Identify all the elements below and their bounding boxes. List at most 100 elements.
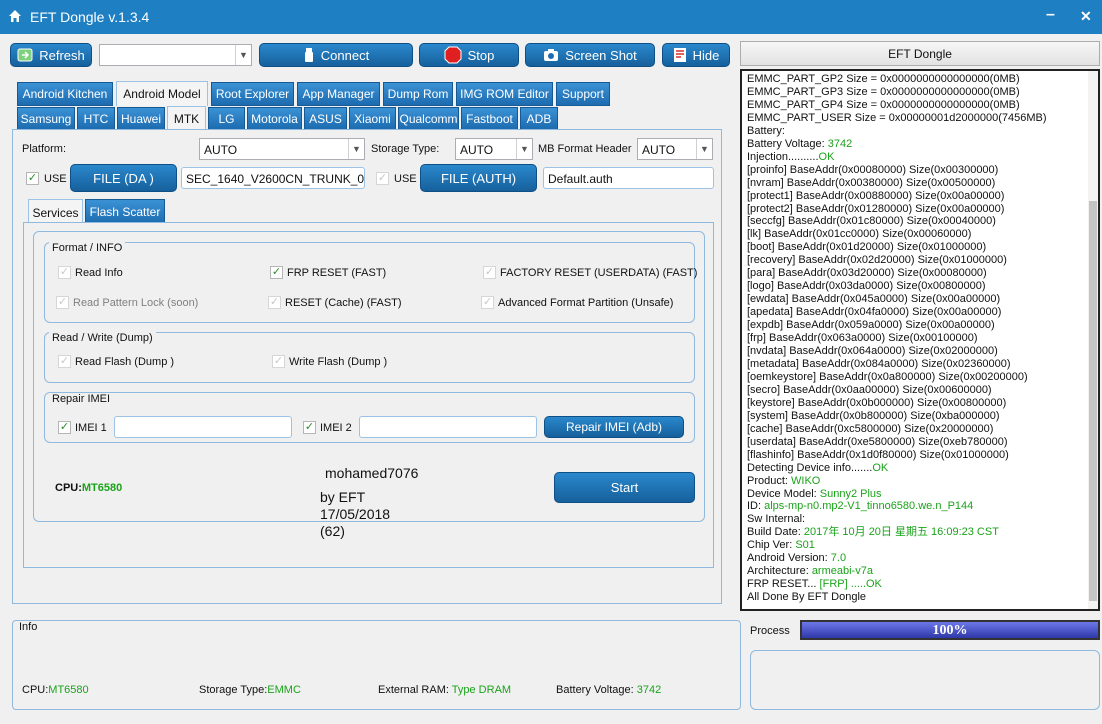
port-select[interactable]: ▼ <box>99 44 252 66</box>
write-flash-checkbox[interactable]: ✓ <box>272 355 285 368</box>
factory-reset-checkbox[interactable]: ✓ <box>483 266 496 279</box>
imei1-checkbox[interactable]: ✓ <box>58 421 71 434</box>
log-text: All Done By EFT Dongle <box>747 591 867 604</box>
tab-asus[interactable]: ASUS <box>304 107 347 130</box>
start-label: Start <box>610 480 639 495</box>
auth-file-field[interactable]: Default.auth <box>543 167 714 189</box>
mb-format-select[interactable]: AUTO ▼ <box>637 138 713 160</box>
refresh-button[interactable]: Refresh <box>10 43 92 67</box>
tab-android-kitchen[interactable]: Android Kitchen <box>17 82 113 106</box>
imei2-checkbox[interactable]: ✓ <box>303 421 316 434</box>
storage-type-select[interactable]: AUTO ▼ <box>455 138 533 160</box>
tab-xiaomi[interactable]: Xiaomi <box>349 107 396 130</box>
read-info-label: Read Info <box>75 267 123 279</box>
log-text: [seccfg] BaseAddr(0x01c80000) Size(0x000… <box>747 215 996 228</box>
log-line: [secro] BaseAddr(0x0aa00000) Size(0x0060… <box>747 384 1087 397</box>
log-scrollbar[interactable] <box>1088 71 1098 609</box>
read-info-checkbox[interactable]: ✓ <box>58 266 71 279</box>
tab-app-manager[interactable]: App Manager <box>297 82 380 106</box>
log-text: [frp] BaseAddr(0x063a0000) Size(0x001000… <box>747 332 978 345</box>
process-label: Process <box>750 625 790 637</box>
log-line: [metadata] BaseAddr(0x084a0000) Size(0x0… <box>747 358 1087 371</box>
file-auth-button[interactable]: FILE (AUTH) <box>420 164 537 192</box>
tab-fastboot[interactable]: Fastboot <box>461 107 518 130</box>
log-line: [protect2] BaseAddr(0x01280000) Size(0x0… <box>747 203 1087 216</box>
camera-icon <box>544 49 559 61</box>
tab-motorola[interactable]: Motorola <box>247 107 302 130</box>
log-text: [oemkeystore] BaseAddr(0x0a800000) Size(… <box>747 370 1028 383</box>
imei2-label: IMEI 2 <box>320 422 352 434</box>
tab-label: Android Model <box>123 87 201 101</box>
log-text: [recovery] BaseAddr(0x02d20000) Size(0x0… <box>747 254 1007 267</box>
log-text: Battery Voltage: <box>747 137 828 150</box>
tab-android-model[interactable]: Android Model <box>116 81 208 106</box>
da-file-field[interactable]: SEC_1640_V2600CN_TRUNK_01.bin <box>181 167 365 189</box>
connect-button[interactable]: Connect <box>259 43 413 67</box>
info-ram-label: External RAM: <box>378 684 452 696</box>
info-battery-label: Battery Voltage: <box>556 684 637 696</box>
tab-mtk[interactable]: MTK <box>167 106 206 130</box>
tab-adb[interactable]: ADB <box>520 107 558 130</box>
stop-button[interactable]: Stop <box>419 43 519 67</box>
tab-label: Flash Scatter <box>89 205 161 219</box>
hide-button[interactable]: Hide <box>662 43 730 67</box>
log-text: [userdata] BaseAddr(0xe5800000) Size(0xe… <box>747 435 1008 448</box>
minimize-button[interactable]: – <box>1046 6 1055 24</box>
log-line: Injection..........OK <box>747 151 1087 164</box>
reset-cache-checkbox[interactable]: ✓ <box>268 296 281 309</box>
tab-label: Services <box>32 205 79 220</box>
scroll-thumb[interactable] <box>1089 201 1097 601</box>
advanced-format-checkbox[interactable]: ✓ <box>481 296 494 309</box>
screenshot-button[interactable]: Screen Shot <box>525 43 655 67</box>
log-text: Chip Ver: <box>747 539 796 552</box>
read-pattern-checkbox[interactable]: ✓ <box>56 296 69 309</box>
log-text: Device Model: <box>747 487 820 500</box>
use-auth-checkbox[interactable]: ✓ <box>376 172 389 185</box>
log-line: Device Model: Sunny2 Plus <box>747 488 1087 501</box>
tab-huawei[interactable]: Huawei <box>117 107 165 130</box>
log-text: [metadata] BaseAddr(0x084a0000) Size(0x0… <box>747 357 1011 370</box>
tab-samsung[interactable]: Samsung <box>17 107 75 130</box>
tab-htc[interactable]: HTC <box>77 107 115 130</box>
tab-lg[interactable]: LG <box>208 107 245 130</box>
credit-by: by EFT <box>320 489 366 505</box>
tab-root-explorer[interactable]: Root Explorer <box>211 82 294 106</box>
read-flash-checkbox[interactable]: ✓ <box>58 355 71 368</box>
log-text: [logo] BaseAddr(0x03da0000) Size(0x00800… <box>747 280 986 293</box>
tab-label: Huawei <box>120 111 162 126</box>
tab-label: ADB <box>526 111 552 126</box>
log-value: OK <box>818 150 835 163</box>
mb-format-value: AUTO <box>642 143 676 157</box>
info-cpu-value: MT6580 <box>48 684 89 696</box>
tab-support[interactable]: Support <box>556 82 610 106</box>
imei1-field[interactable] <box>114 416 292 438</box>
storage-type-value: AUTO <box>460 143 494 157</box>
start-button[interactable]: Start <box>554 472 695 503</box>
log-output[interactable]: EMMC_PART_GP2 Size = 0x0000000000000000(… <box>740 69 1100 611</box>
chevron-down-icon: ▼ <box>235 45 251 65</box>
log-line: [oemkeystore] BaseAddr(0x0a800000) Size(… <box>747 371 1087 384</box>
tab-dump-rom[interactable]: Dump Rom <box>383 82 453 106</box>
frp-reset-checkbox[interactable]: ✓ <box>270 266 283 279</box>
log-text: EMMC_PART_GP2 Size = 0x0000000000000000(… <box>747 73 1020 85</box>
imei2-field[interactable] <box>359 416 537 438</box>
close-button[interactable]: ✕ <box>1080 8 1092 25</box>
info-battery: Battery Voltage: 3742 <box>556 684 661 696</box>
log-value: WIKO <box>791 474 821 487</box>
use-da-checkbox[interactable]: ✓ <box>26 172 39 185</box>
tab-label: Qualcomm <box>399 111 458 126</box>
platform-select[interactable]: AUTO ▼ <box>199 138 365 160</box>
file-da-button[interactable]: FILE (DA ) <box>70 164 177 192</box>
cpu-label: CPU:MT6580 <box>55 482 122 494</box>
use-da-label: USE <box>44 173 67 185</box>
log-value: Sunny2 Plus <box>819 487 882 500</box>
log-line: [cache] BaseAddr(0xc5800000) Size(0x2000… <box>747 423 1087 436</box>
log-text: EMMC_PART_GP3 Size = 0x0000000000000000(… <box>747 85 1020 98</box>
write-flash-label: Write Flash (Dump ) <box>289 356 388 368</box>
tab-img-rom-editor[interactable]: IMG ROM Editor <box>456 82 553 106</box>
log-line: Detecting Device info.......OK <box>747 462 1087 475</box>
repair-imei-button[interactable]: Repair IMEI (Adb) <box>544 416 684 438</box>
tab-qualcomm[interactable]: Qualcomm <box>398 107 459 130</box>
refresh-label: Refresh <box>39 47 85 63</box>
home-icon <box>9 10 21 22</box>
